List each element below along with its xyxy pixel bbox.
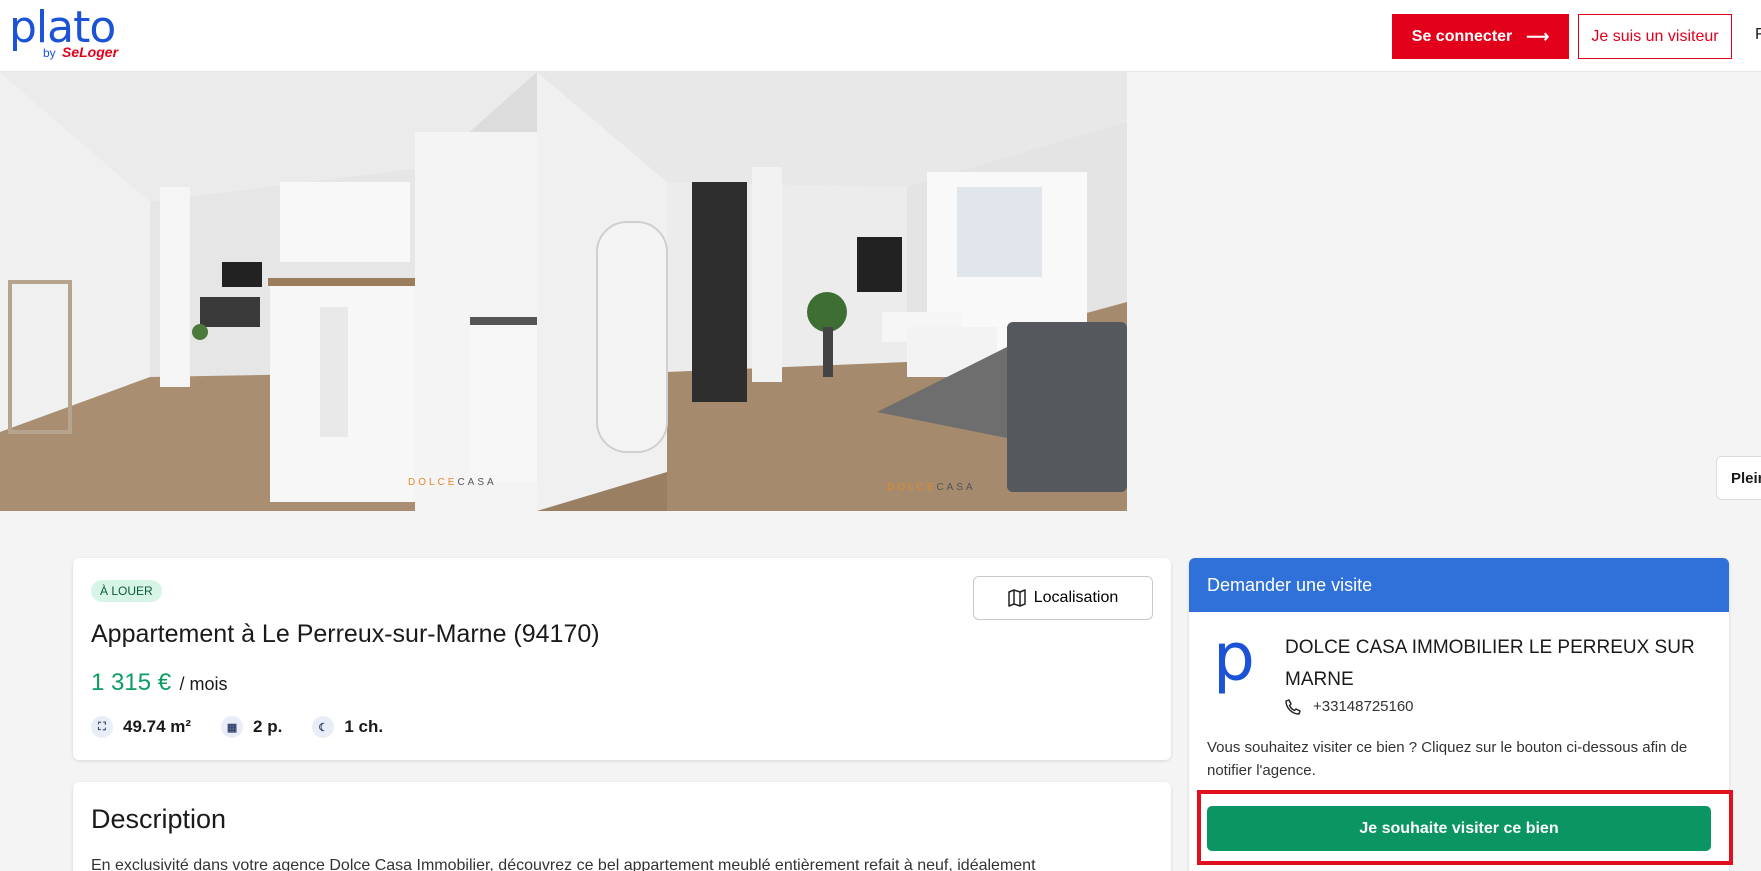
arrow-right-icon: ⟶ bbox=[1526, 28, 1550, 46]
header-cut-off-link[interactable]: F bbox=[1755, 26, 1761, 44]
listing-title: Appartement à Le Perreux-sur-Marne (9417… bbox=[91, 620, 600, 648]
description-card: Description En exclusivité dans votre ag… bbox=[73, 782, 1171, 871]
price-row: 1 315 € / mois bbox=[91, 669, 228, 697]
gallery-empty-area bbox=[1127, 72, 1761, 511]
agency-phone-number: +33148725160 bbox=[1313, 698, 1414, 715]
request-visit-button[interactable]: Je souhaite visiter ce bien bbox=[1207, 806, 1711, 851]
listing-price: 1 315 € bbox=[91, 669, 172, 696]
location-button-label: Localisation bbox=[1033, 589, 1119, 606]
site-header: plato by SeLoger Se connecter ⟶ Je suis … bbox=[0, 0, 1761, 72]
fullscreen-button-label: Plein bbox=[1731, 469, 1761, 487]
visit-request-card: Demander une visite p DOLCE CASA IMMOBIL… bbox=[1189, 558, 1729, 871]
rooms-icon: ▦ bbox=[221, 716, 244, 738]
bedroom-icon: ☾ bbox=[312, 716, 335, 738]
logo-by-text: by bbox=[43, 46, 56, 60]
feature-area-value: 49.74 m² bbox=[123, 717, 192, 736]
listing-features: ⛶ 49.74 m² ▦ 2 p. ☾ 1 ch. bbox=[91, 716, 383, 738]
agency-name: DOLCE CASA IMMOBILIER LE PERREUX SUR MAR… bbox=[1285, 637, 1695, 690]
area-icon: ⛶ bbox=[91, 716, 113, 738]
feature-bedrooms-value: 1 ch. bbox=[344, 717, 384, 736]
logo-seloger-text: SeLoger bbox=[62, 44, 119, 60]
description-text: En exclusivité dans votre agence Dolce C… bbox=[91, 857, 1036, 871]
agency-logo: p bbox=[1213, 619, 1255, 696]
feature-area: ⛶ 49.74 m² bbox=[91, 716, 191, 738]
feature-bedrooms: ☾ 1 ch. bbox=[312, 716, 383, 738]
request-visit-button-label: Je souhaite visiter ce bien bbox=[1359, 819, 1559, 837]
watermark-logo: DOLCECASA bbox=[408, 477, 497, 488]
visit-card-header: Demander une visite bbox=[1189, 558, 1729, 612]
living-room-photo-1 bbox=[0, 72, 537, 511]
status-badge: À LOUER bbox=[91, 580, 162, 602]
visit-card-title: Demander une visite bbox=[1207, 574, 1373, 595]
photo-gallery: DOLCECASA DOLCECASA bbox=[0, 72, 1127, 511]
visit-instructions: Vous souhaitez visiter ce bien ? Cliquez… bbox=[1207, 739, 1688, 779]
agency-phone[interactable]: +33148725160 bbox=[1285, 698, 1414, 715]
fullscreen-button[interactable]: Plein bbox=[1716, 456, 1761, 500]
feature-rooms-value: 2 p. bbox=[253, 717, 283, 736]
price-period: / mois bbox=[179, 674, 228, 694]
location-button[interactable]: Localisation bbox=[973, 576, 1153, 620]
feature-rooms: ▦ 2 p. bbox=[221, 716, 282, 738]
map-icon bbox=[1008, 589, 1026, 607]
phone-icon bbox=[1285, 698, 1301, 715]
listing-summary-card: À LOUER Localisation Appartement à Le Pe… bbox=[73, 558, 1171, 760]
living-room-photo-2 bbox=[537, 72, 1127, 511]
gallery-photo-2[interactable]: DOLCECASA bbox=[537, 72, 1127, 511]
watermark-logo: DOLCECASA bbox=[887, 482, 976, 493]
description-title: Description bbox=[91, 804, 227, 834]
plato-logo[interactable]: plato by SeLoger bbox=[9, 2, 129, 64]
gallery-photo-1[interactable]: DOLCECASA bbox=[0, 72, 537, 511]
login-button-label: Se connecter bbox=[1411, 27, 1513, 45]
visitor-button-label: Je suis un visiteur bbox=[1591, 27, 1719, 45]
visitor-button[interactable]: Je suis un visiteur bbox=[1578, 14, 1732, 59]
login-button[interactable]: Se connecter ⟶ bbox=[1392, 14, 1569, 59]
